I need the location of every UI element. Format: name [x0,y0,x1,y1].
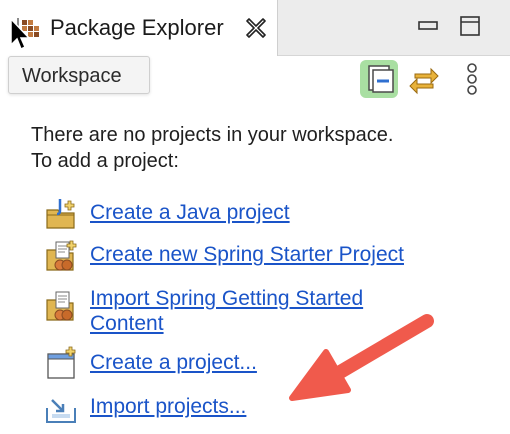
import-projects-link[interactable]: Import projects... [90,394,246,420]
collapse-all-icon [368,65,394,93]
collapse-all-button[interactable] [360,60,398,98]
spring-guide-icon [46,291,74,321]
new-project-icon [47,346,76,379]
create-java-project-link[interactable]: Create a Java project [90,200,290,226]
create-spring-starter-link[interactable]: Create new Spring Starter Project [90,242,404,268]
tab-title: Package Explorer [50,15,224,40]
create-project-link[interactable]: Create a project... [90,350,257,376]
workspace-tooltip: Workspace [8,56,150,94]
spring-starter-icon [46,240,77,271]
import-projects-icon [46,399,76,423]
empty-workspace-message: There are no projects in your workspace.… [31,122,393,174]
close-icon[interactable] [244,16,268,40]
import-spring-guide-link-line-2[interactable]: Content [90,311,164,337]
package-explorer-view: Package Explorer Workspace There are no … [0,0,510,434]
link-with-editor-button[interactable] [405,60,443,98]
view-tab-bar: Package Explorer [0,0,510,56]
java-project-icon [46,199,75,229]
view-menu-button[interactable] [455,60,493,98]
message-line-1: There are no projects in your workspace. [31,124,394,146]
tooltip-text: Workspace [22,65,122,87]
view-menu-icon [467,63,477,95]
message-line-2: To add a project: [31,150,179,172]
maximize-icon[interactable] [458,14,482,38]
tab-package-explorer[interactable]: Package Explorer [0,0,278,56]
link-with-editor-icon [409,67,439,95]
import-spring-guide-link-line-1[interactable]: Import Spring Getting Started [90,286,363,312]
mouse-pointer-icon [10,18,31,51]
minimize-icon[interactable] [416,14,440,38]
